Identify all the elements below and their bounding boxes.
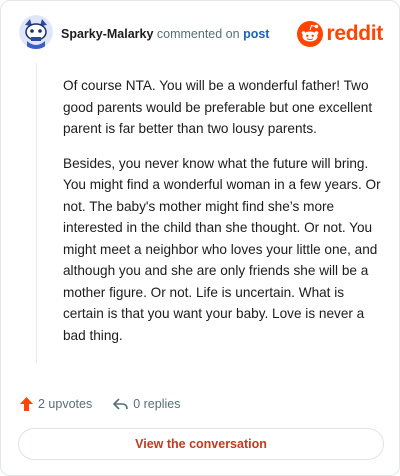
view-conversation-button[interactable]: View the conversation (18, 428, 384, 460)
upvote-arrow-icon (20, 397, 33, 411)
snoo-avatar-icon (19, 15, 53, 49)
reddit-brand[interactable]: reddit (297, 21, 383, 47)
comment-body: Of course NTA. You will be a wonderful f… (63, 75, 381, 359)
reply-arrow-icon (113, 398, 129, 410)
reddit-wordmark: reddit (326, 22, 383, 45)
comment-card: Sparky-Malarky commented on post reddit … (0, 0, 400, 476)
byline: Sparky-Malarky commented on post (61, 27, 269, 41)
view-conversation-label: View the conversation (135, 437, 267, 451)
comment-paragraph: Besides, you never know what the future … (63, 155, 381, 343)
byline-action-text: commented on (153, 27, 244, 41)
comment-header: Sparky-Malarky commented on post reddit (19, 15, 383, 55)
comment-actions: 2 upvotes 0 replies (19, 393, 180, 415)
upvote-button[interactable]: 2 upvotes (19, 396, 92, 412)
comment-paragraph: Of course NTA. You will be a wonderful f… (63, 78, 373, 136)
reply-count: 0 replies (133, 397, 181, 411)
username-link[interactable]: Sparky-Malarky (61, 27, 153, 41)
thread-line (36, 63, 37, 363)
user-avatar[interactable] (19, 15, 53, 49)
upvote-count: 2 upvotes (38, 397, 93, 411)
post-link[interactable]: post (243, 27, 269, 41)
replies-button[interactable]: 0 replies (112, 396, 180, 412)
reddit-logo-icon (297, 21, 324, 47)
